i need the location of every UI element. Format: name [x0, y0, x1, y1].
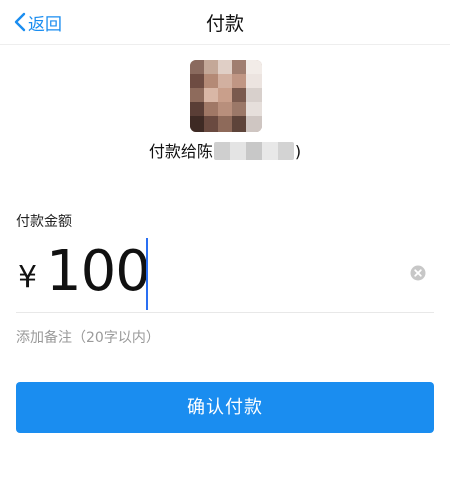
- confirm-payment-button[interactable]: 确认付款: [16, 382, 434, 433]
- nav-bar: 返回 付款: [0, 0, 450, 45]
- redacted-name: [213, 142, 294, 160]
- page-title: 付款: [205, 13, 244, 35]
- add-note-link[interactable]: 添加备注（20字以内）: [16, 327, 160, 347]
- payee-prefix: 付款给陈: [148, 142, 213, 161]
- clear-icon[interactable]: [410, 265, 426, 281]
- payee-line: 付款给陈): [0, 138, 450, 162]
- amount-field[interactable]: ¥ 100: [16, 234, 434, 313]
- payee-suffix: ): [294, 142, 302, 161]
- currency-symbol: ¥: [18, 260, 38, 295]
- amount-input[interactable]: 100: [46, 240, 151, 304]
- amount-label: 付款金额: [16, 214, 72, 230]
- payee-avatar: [190, 60, 262, 132]
- text-caret: [146, 238, 148, 310]
